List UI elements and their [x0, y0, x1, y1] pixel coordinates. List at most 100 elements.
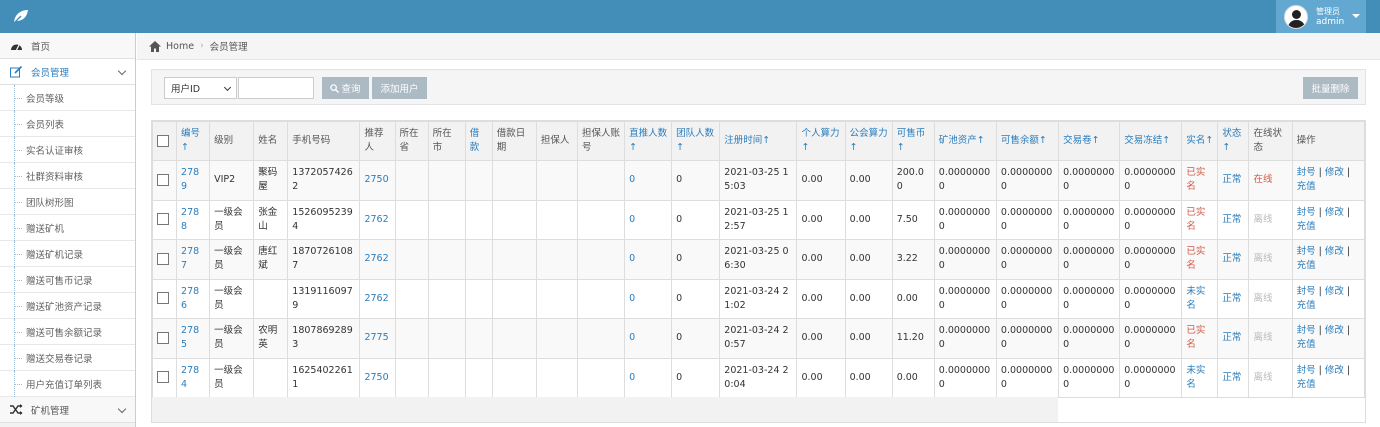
column-header[interactable]: 注册时间↑: [719, 121, 798, 161]
user-menu[interactable]: 管理员 admin: [1276, 0, 1366, 33]
edit-link[interactable]: 修改: [1325, 325, 1344, 336]
edit-link[interactable]: 修改: [1325, 286, 1344, 297]
sidebar-subitem[interactable]: 赠送矿机记录: [0, 241, 135, 267]
cell-id[interactable]: 2785: [176, 318, 211, 359]
row-checkbox[interactable]: [157, 252, 169, 265]
cell-ref[interactable]: 2762: [359, 199, 396, 240]
column-header[interactable]: 借款: [464, 121, 493, 161]
row-checkbox-cell[interactable]: [151, 239, 178, 280]
batch-delete-button[interactable]: 批量删除: [1303, 77, 1358, 99]
sidebar-subitem[interactable]: 赠送交易卷记录: [0, 345, 135, 371]
edit-link[interactable]: 修改: [1325, 167, 1344, 178]
recharge-link[interactable]: 充值: [1297, 339, 1316, 350]
column-header[interactable]: 可售币↑: [891, 121, 935, 161]
sidebar-item-members[interactable]: 会员管理: [0, 59, 135, 85]
row-checkbox-cell[interactable]: [151, 318, 178, 359]
edit-link[interactable]: 修改: [1325, 207, 1344, 218]
search-input[interactable]: [238, 77, 314, 99]
ban-link[interactable]: 封号: [1297, 325, 1316, 336]
row-checkbox[interactable]: [157, 292, 169, 305]
column-header[interactable]: 交易冻结↑: [1119, 121, 1183, 161]
ban-link[interactable]: 封号: [1297, 365, 1316, 376]
column-header[interactable]: 个人算力↑: [796, 121, 846, 161]
sidebar-item-label: 首页: [31, 41, 51, 53]
row-checkbox[interactable]: [157, 371, 169, 384]
cell-ref[interactable]: 2762: [359, 278, 396, 319]
cell-guild: 0.00: [844, 199, 893, 240]
cell-ref[interactable]: 2762: [359, 239, 396, 280]
cell-id[interactable]: 2786: [176, 278, 211, 319]
column-header[interactable]: 实名↑: [1181, 121, 1219, 161]
recharge-link[interactable]: 充值: [1297, 300, 1316, 311]
cell-bal: 0.00000000: [995, 239, 1060, 280]
column-header[interactable]: 可售余额↑: [995, 121, 1060, 161]
row-checkbox-cell[interactable]: [151, 160, 178, 201]
recharge-link[interactable]: 充值: [1297, 260, 1316, 271]
sidebar-item-miners[interactable]: 矿机管理: [0, 397, 135, 423]
sidebar-item-home[interactable]: 首页: [0, 33, 135, 59]
select-all-checkbox-cell[interactable]: [151, 121, 178, 161]
row-checkbox-cell[interactable]: [151, 278, 178, 319]
cell-id[interactable]: 2787: [176, 239, 211, 280]
ban-link[interactable]: 封号: [1297, 207, 1316, 218]
column-header: 所在市: [427, 121, 466, 161]
leaf-logo-icon[interactable]: [12, 8, 30, 24]
cell-loan-date: [491, 357, 537, 398]
column-header[interactable]: 团队人数↑: [671, 121, 721, 161]
recharge-link[interactable]: 充值: [1297, 181, 1316, 192]
cell-id[interactable]: 2788: [176, 199, 211, 240]
sidebar-subitem[interactable]: 用户充值订单列表: [0, 371, 135, 397]
ban-link[interactable]: 封号: [1297, 246, 1316, 257]
column-header[interactable]: 公会算力↑: [844, 121, 893, 161]
cell-verify: 未实名: [1181, 357, 1219, 398]
cell-ref[interactable]: 2750: [359, 160, 396, 201]
ban-link[interactable]: 封号: [1297, 167, 1316, 178]
sidebar-subitem[interactable]: 赠送矿机: [0, 215, 135, 241]
row-checkbox-cell[interactable]: [151, 357, 178, 398]
row-checkbox[interactable]: [157, 331, 169, 344]
cell-actions: 封号 | 修改 | 充值: [1291, 239, 1366, 280]
sidebar-subitem[interactable]: 赠送矿池资产记录: [0, 293, 135, 319]
search-field-select[interactable]: 用户ID: [164, 77, 237, 99]
sidebar-subitem[interactable]: 会员等级: [0, 85, 135, 111]
search-button[interactable]: 查询: [322, 77, 369, 99]
column-header[interactable]: 交易卷↑: [1058, 121, 1121, 161]
edit-link[interactable]: 修改: [1325, 365, 1344, 376]
row-checkbox-cell[interactable]: [151, 199, 178, 240]
column-header: 担保人: [535, 121, 578, 161]
sidebar-subitem[interactable]: 会员列表: [0, 111, 135, 137]
cell-reg: 2021-03-25 12:57: [719, 199, 798, 240]
cell-prov: [394, 239, 429, 280]
row-checkbox[interactable]: [157, 173, 169, 186]
recharge-link[interactable]: 充值: [1297, 379, 1316, 390]
cell-team: 0: [671, 239, 721, 280]
sidebar-subitem[interactable]: 实名认证审核: [0, 137, 135, 163]
cell-guild: 0.00: [844, 318, 893, 359]
add-user-button[interactable]: 添加用户: [372, 77, 427, 99]
recharge-link[interactable]: 充值: [1297, 221, 1316, 232]
cell-loan-date: [491, 239, 537, 280]
sidebar-subitem[interactable]: 团队树形图: [0, 189, 135, 215]
column-header[interactable]: 状态↑: [1217, 121, 1250, 161]
cell-ref[interactable]: 2775: [359, 318, 396, 359]
cell-level: VIP2: [209, 160, 255, 201]
cell-id[interactable]: 2784: [176, 357, 211, 398]
row-checkbox[interactable]: [157, 213, 169, 226]
breadcrumb-home[interactable]: Home: [166, 41, 194, 52]
cell-bal: 0.00000000: [995, 357, 1060, 398]
cell-team: 0: [671, 160, 721, 201]
column-header[interactable]: 编号↑: [176, 121, 211, 161]
column-header[interactable]: 直推人数↑: [624, 121, 673, 161]
cell-direct: 0: [624, 239, 673, 280]
ban-link[interactable]: 封号: [1297, 286, 1316, 297]
cell-id[interactable]: 2789: [176, 160, 211, 201]
cell-frozen: 0.00000000: [1119, 199, 1183, 240]
column-header[interactable]: 矿池资产↑: [933, 121, 997, 161]
sidebar-subitem[interactable]: 社群资料审核: [0, 163, 135, 189]
sidebar-subitem[interactable]: 赠送可售余额记录: [0, 319, 135, 345]
select-all-checkbox[interactable]: [157, 134, 169, 147]
cell-ref[interactable]: 2750: [359, 357, 396, 398]
cell-pool: 0.00000000: [933, 239, 997, 280]
sidebar-subitem[interactable]: 赠送可售币记录: [0, 267, 135, 293]
edit-link[interactable]: 修改: [1325, 246, 1344, 257]
